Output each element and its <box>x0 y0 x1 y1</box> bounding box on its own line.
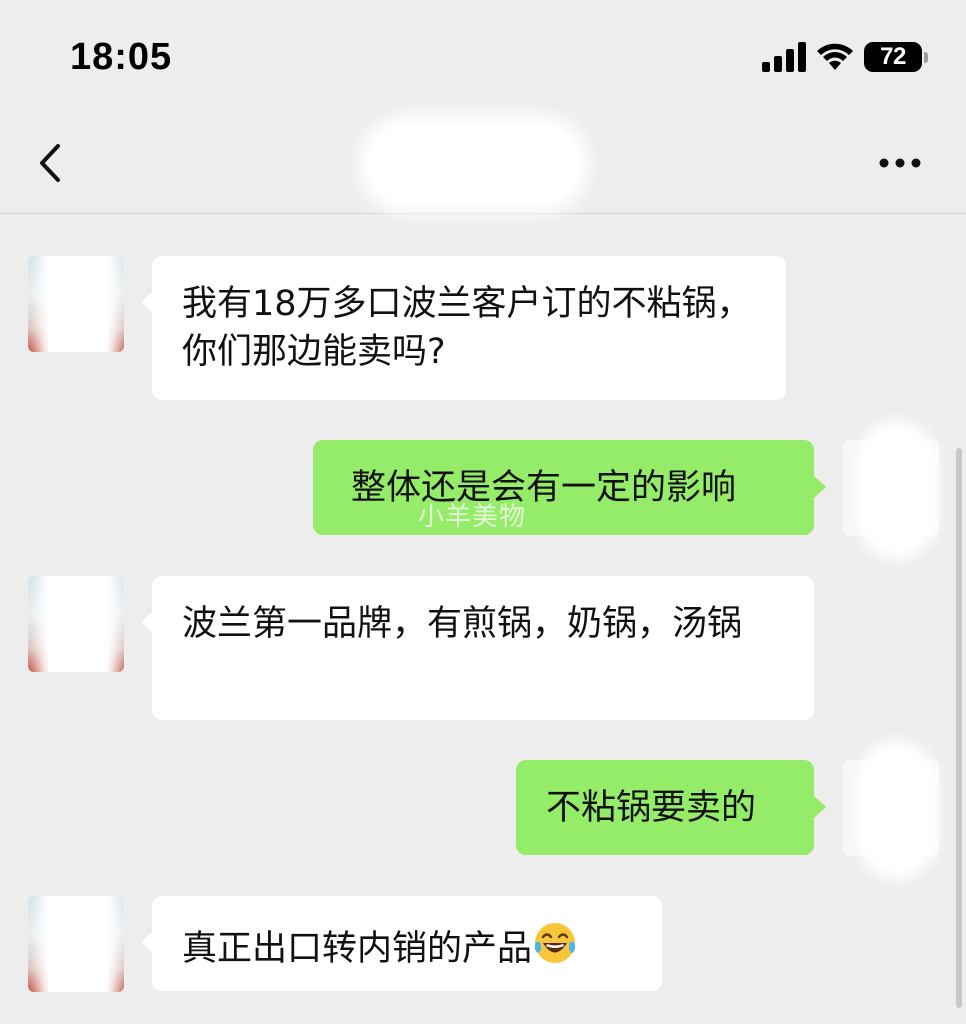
message-bubble[interactable]: 不粘锅要卖的 <box>516 760 814 855</box>
bubble-tail <box>814 796 826 818</box>
laughing-tears-emoji-icon <box>534 923 576 963</box>
battery-icon: 72 <box>864 42 922 72</box>
chat-header <box>0 110 966 214</box>
wifi-icon <box>817 43 853 70</box>
message-text: 真正出口转内销的产品 <box>182 929 533 969</box>
avatar[interactable] <box>28 896 124 992</box>
status-time: 18:05 <box>70 36 173 78</box>
cellular-signal-icon <box>762 42 806 72</box>
scrollbar[interactable] <box>956 448 962 1008</box>
status-bar: 18:05 72 <box>0 0 966 110</box>
avatar-self[interactable] <box>843 750 939 870</box>
chevron-left-icon[interactable] <box>30 138 74 188</box>
watermark: 小羊美物 <box>418 502 527 532</box>
bubble-tail <box>814 476 826 498</box>
battery-cap <box>924 52 928 63</box>
chat-title-redacted <box>368 124 580 204</box>
more-horizontal-icon[interactable] <box>872 148 928 178</box>
message-bubble[interactable]: 真正出口转内销的产品 <box>152 896 662 991</box>
avatar-self[interactable] <box>843 430 939 550</box>
message-bubble[interactable]: 我有18万多口波兰客户订的不粘锅，你们那边能卖吗? <box>152 256 786 400</box>
message-bubble[interactable]: 波兰第一品牌，有煎锅，奶锅，汤锅 <box>152 576 814 720</box>
avatar[interactable] <box>28 576 124 672</box>
message-bubble[interactable]: 整体还是会有一定的影响 <box>313 440 814 535</box>
avatar[interactable] <box>28 256 124 352</box>
